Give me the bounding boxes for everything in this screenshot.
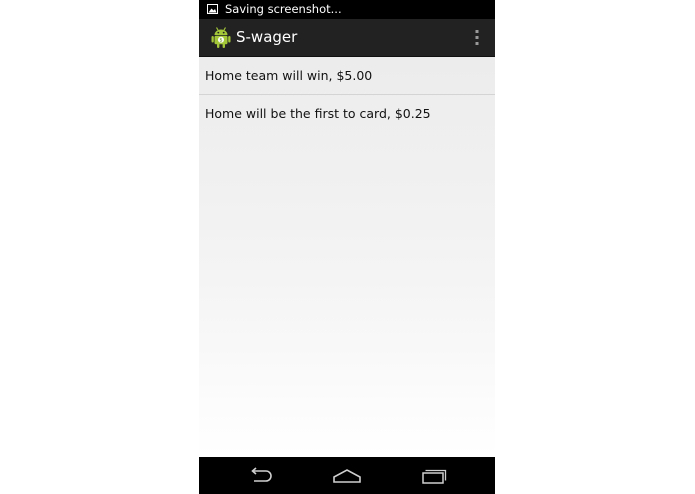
back-button[interactable] <box>231 457 291 494</box>
svg-text:$: $ <box>219 38 222 44</box>
wager-list: Home team will win, $5.00 Home will be t… <box>199 57 495 457</box>
recents-button[interactable] <box>404 457 464 494</box>
navigation-bar <box>199 457 495 494</box>
wager-label: Home team will win, $5.00 <box>205 68 373 83</box>
status-bar: Saving screenshot... <box>199 0 495 19</box>
wager-list-item[interactable]: Home will be the first to card, $0.25 <box>199 95 495 132</box>
overflow-menu-icon[interactable] <box>473 29 481 46</box>
phone-screen: Saving screenshot... $ S-wager Home team… <box>199 0 495 494</box>
recents-icon <box>422 469 447 484</box>
wager-list-item[interactable]: Home team will win, $5.00 <box>199 57 495 95</box>
app-title: S-wager <box>236 28 298 46</box>
action-bar: $ S-wager <box>199 19 495 57</box>
back-icon <box>251 466 272 482</box>
home-button[interactable] <box>317 457 377 494</box>
wager-label: Home will be the first to card, $0.25 <box>205 106 431 121</box>
image-icon <box>207 4 218 14</box>
home-icon <box>333 468 361 483</box>
status-notification-text: Saving screenshot... <box>225 2 342 16</box>
android-app-icon[interactable]: $ <box>210 25 232 49</box>
